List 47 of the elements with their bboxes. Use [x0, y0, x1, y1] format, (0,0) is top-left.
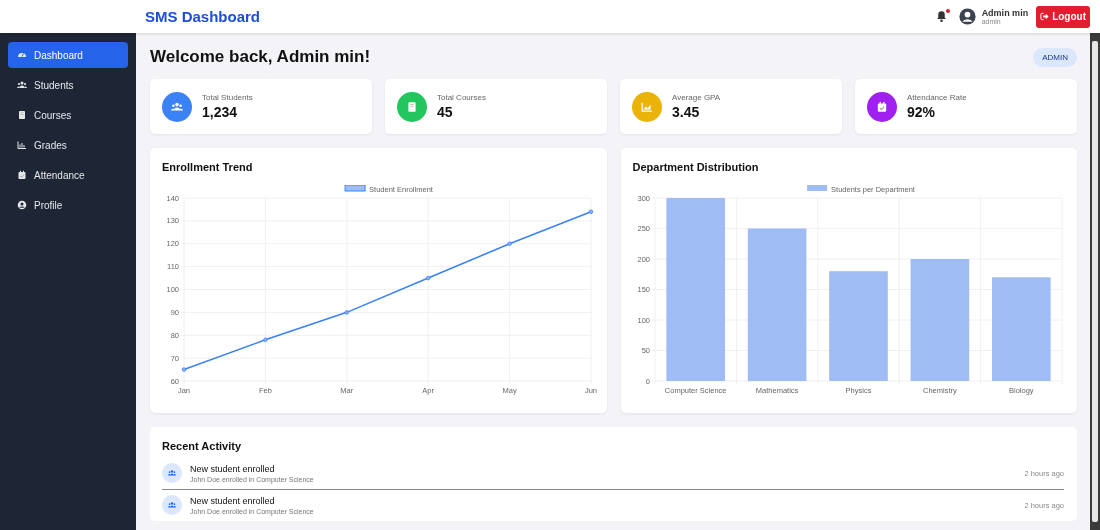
users-icon — [168, 501, 176, 509]
stat-label: Attendance Rate — [907, 93, 967, 102]
sidebar-item[interactable]: Grades — [8, 132, 128, 158]
book-icon — [406, 100, 418, 113]
gauge-icon — [17, 50, 27, 60]
stat-label: Total Courses — [437, 93, 486, 102]
welcome-heading: Welcome back, Admin min! — [150, 47, 371, 67]
stat-value: 92% — [907, 104, 937, 120]
app-title: SMS Dashboard — [145, 8, 262, 25]
user-circle-icon — [957, 7, 977, 26]
data-point — [344, 310, 349, 315]
stat-value: 45 — [437, 104, 454, 120]
users-icon — [171, 100, 183, 113]
sidebar-item[interactable]: Courses — [8, 102, 128, 128]
data-point — [263, 337, 268, 343]
legend-swatch — [806, 185, 827, 191]
stat-value: 3.45 — [672, 104, 701, 120]
data-point — [588, 209, 594, 214]
chart-title: Enrollment Trend — [162, 161, 254, 173]
stat-label: Total Students — [202, 93, 253, 102]
calendar-check-icon — [876, 100, 888, 113]
data-point — [507, 241, 512, 246]
user-circle-icon — [17, 200, 27, 210]
role-badge: ADMIN — [1033, 47, 1077, 67]
sidebar-item[interactable]: Dashboard — [8, 42, 128, 68]
users-icon — [17, 80, 27, 90]
activity-title: New student enrolled — [190, 495, 276, 506]
bar-chart-icon — [17, 140, 27, 150]
activity-title: New student enrolled — [190, 463, 276, 474]
users-icon — [168, 469, 176, 477]
sidebar-item[interactable]: Profile — [8, 192, 128, 218]
sidebar-item[interactable]: Students — [8, 72, 128, 98]
section-title: Recent Activity — [162, 440, 243, 452]
legend-swatch — [344, 185, 366, 192]
data-point — [181, 367, 187, 372]
stat-value: 1,234 — [202, 104, 239, 120]
line-chart-icon — [641, 100, 653, 113]
logout-button[interactable]: Logout — [1036, 5, 1090, 28]
sidebar-item[interactable]: Attendance — [8, 162, 128, 188]
logout-icon — [1040, 12, 1050, 21]
chart-title: Department Distribution — [632, 161, 760, 173]
data-point — [426, 275, 431, 281]
stat-label: Average GPA — [672, 93, 721, 102]
book-icon — [17, 110, 27, 120]
scrollbar[interactable] — [1090, 33, 1100, 530]
user-name: Admin min — [981, 8, 1029, 18]
calendar-check-icon — [17, 170, 27, 180]
